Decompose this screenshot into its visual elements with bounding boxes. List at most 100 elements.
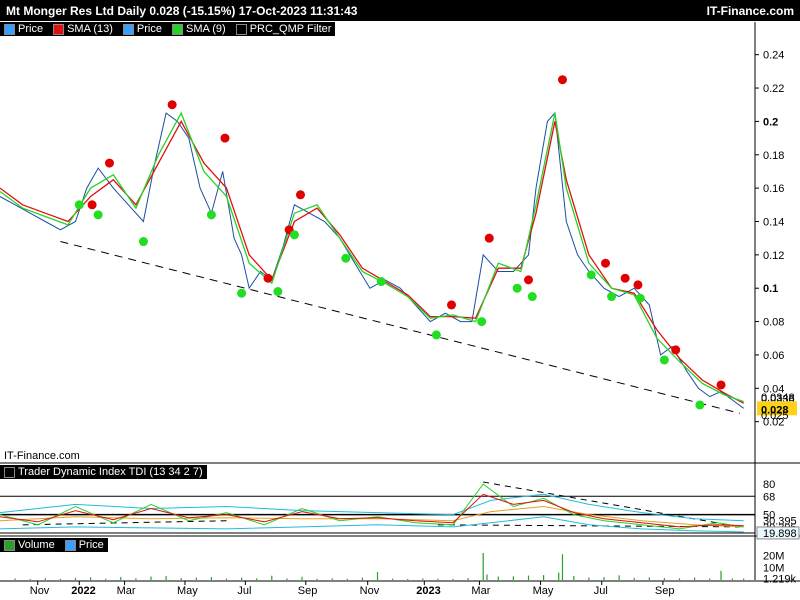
volume-bar — [720, 570, 722, 580]
signal-buy-dot — [586, 270, 596, 280]
volume-bar — [588, 577, 590, 580]
volume-bar — [29, 579, 31, 580]
chart-canvas: 0.24 0.22 0.2 0.18 0.16 0.14 0.12 0.1 0.08 0.06 0.… — [0, 22, 800, 600]
volume-bar — [392, 578, 394, 580]
volume-bar — [731, 578, 733, 580]
x-tick-label: May — [533, 585, 554, 597]
volume-bar — [150, 576, 152, 580]
x-tick-label: 2023 — [416, 585, 440, 597]
volume-bar — [486, 574, 488, 580]
chart-background — [0, 38, 800, 600]
volume-legend-label: Price — [78, 539, 104, 551]
tdi-y-tick-label: 68 — [763, 491, 775, 503]
signal-sell-dot — [633, 280, 643, 290]
volume-bar — [482, 553, 484, 580]
volume-bar — [694, 577, 696, 580]
price-y-tick-label: 0.22 — [763, 83, 784, 95]
volume-legend-swatch — [4, 539, 15, 551]
signal-sell-dot — [104, 158, 114, 168]
volume-bar — [271, 575, 273, 580]
signal-sell-dot — [620, 273, 630, 283]
signal-buy-dot — [237, 288, 247, 298]
volume-bar — [210, 577, 212, 580]
signal-sell-dot — [524, 275, 533, 285]
volume-bar — [180, 578, 182, 580]
volume-bar — [331, 578, 333, 580]
x-tick-label: Sep — [655, 585, 675, 597]
signal-sell-dot — [557, 75, 567, 85]
x-tick-label: Sep — [298, 585, 318, 597]
volume-bar — [527, 575, 530, 580]
volume-bar — [286, 578, 288, 580]
volume-bar — [44, 578, 46, 580]
volume-bar — [573, 576, 575, 580]
signal-sell-dot — [167, 100, 177, 110]
volume-bar — [241, 577, 243, 580]
signal-buy-dot — [659, 355, 669, 365]
volume-bar — [543, 575, 545, 580]
signal-sell-dot — [87, 200, 97, 210]
volume-bar — [301, 576, 303, 580]
signal-sell-dot — [484, 233, 494, 243]
x-tick-label: Jul — [594, 585, 608, 597]
volume-bar — [376, 572, 379, 580]
signal-buy-dot — [527, 292, 537, 302]
price-y-tick-label: 0.2 — [763, 116, 778, 128]
volume-bar — [678, 578, 681, 580]
volume-bar — [135, 578, 137, 580]
volume-legend-label: Volume — [18, 539, 55, 551]
signal-buy-dot — [376, 277, 386, 287]
price-y-tick-label: 0.14 — [763, 216, 784, 228]
volume-bar — [14, 578, 16, 580]
signal-buy-dot — [289, 230, 299, 240]
volume-bar — [256, 578, 258, 580]
volume-legend-item: Price — [64, 539, 104, 551]
volume-bar — [558, 572, 560, 580]
signal-sell-dot — [263, 273, 273, 283]
volume-bar — [512, 576, 514, 580]
price-y-tick-label: 0.08 — [763, 317, 784, 329]
volume-bar — [467, 578, 469, 580]
price-y-tick-label: 0.06 — [763, 350, 784, 362]
volume-bar — [743, 578, 745, 580]
tdi-swatch — [4, 466, 15, 478]
volume-bar — [105, 578, 107, 580]
volume-bar — [422, 578, 424, 580]
volume-bar — [452, 578, 454, 580]
signal-buy-dot — [74, 200, 84, 210]
tdi-legend-label: Trader Dynamic Index TDI (13 34 2 7) — [18, 466, 203, 478]
price-y-tick-label: 0.12 — [763, 250, 784, 262]
signal-sell-dot — [716, 380, 726, 390]
volume-bar — [561, 554, 564, 580]
signal-buy-dot — [431, 330, 441, 340]
price-y-tick-label: 0.1 — [763, 283, 778, 295]
price-y-tick-label: 0.18 — [763, 150, 784, 162]
signal-buy-dot — [341, 253, 351, 263]
signal-sell-dot — [220, 133, 230, 143]
volume-bar — [648, 577, 650, 580]
volume-bar — [361, 577, 363, 580]
tdi-y-tick-label: 80 — [763, 479, 775, 491]
x-tick-label: 2022 — [71, 585, 95, 597]
x-tick-label: Nov — [360, 585, 380, 597]
signal-buy-dot — [607, 292, 617, 302]
price-marker-label: 0.025 — [761, 410, 789, 422]
signal-sell-dot — [295, 190, 305, 200]
x-tick-label: Mar — [471, 585, 490, 597]
volume-bar — [165, 576, 167, 580]
volume-bar — [709, 578, 711, 580]
signal-buy-dot — [138, 237, 148, 247]
tdi-legend-item: Trader Dynamic Index TDI (13 34 2 7) — [4, 466, 203, 478]
volume-bar — [74, 577, 77, 580]
watermark: IT-Finance.com — [4, 450, 80, 462]
volume-legend: Volume Price — [0, 538, 108, 552]
x-tick-label: Nov — [30, 585, 50, 597]
signal-sell-dot — [671, 345, 681, 355]
volume-legend-swatch — [64, 539, 76, 551]
signal-buy-dot — [206, 210, 216, 220]
volume-bar — [225, 578, 228, 580]
volume-bar — [346, 578, 348, 580]
x-tick-label: Jul — [237, 585, 251, 597]
signal-buy-dot — [512, 283, 522, 293]
volume-bar — [603, 577, 605, 580]
